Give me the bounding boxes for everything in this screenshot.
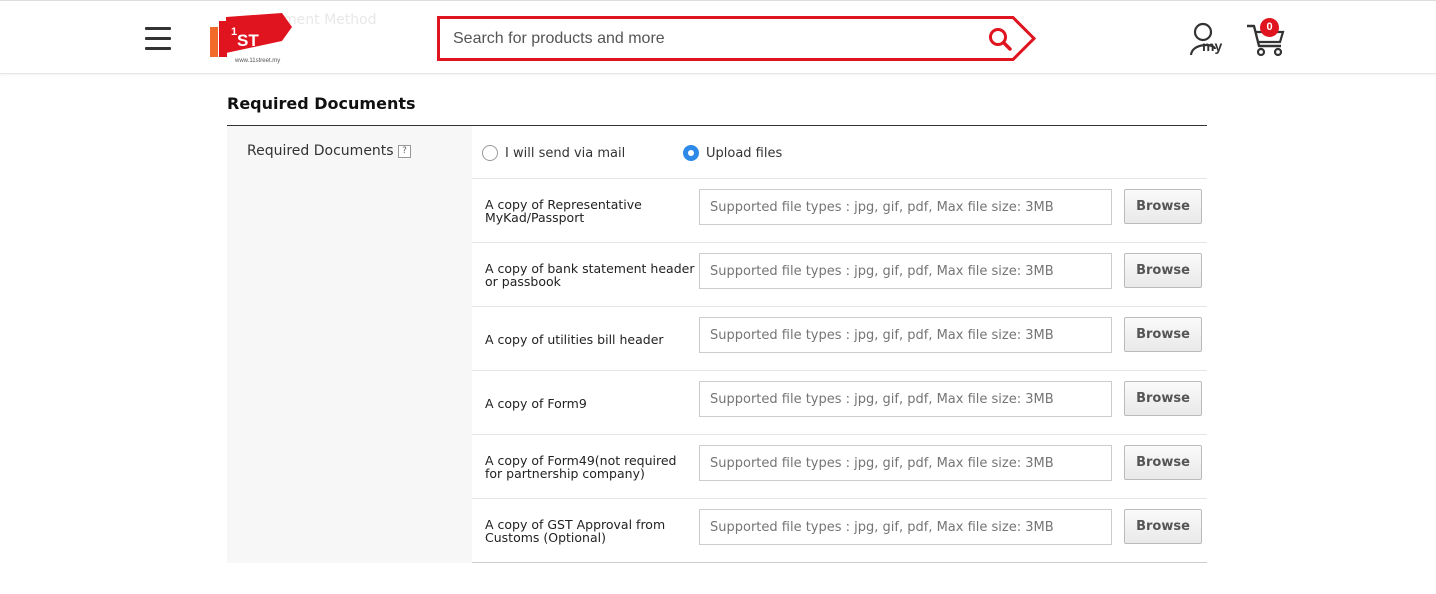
- document-name: A copy of GST Approval from Customs (Opt…: [485, 517, 666, 545]
- radio-send-via-mail[interactable]: I will send via mail: [482, 145, 625, 161]
- file-path-field[interactable]: [699, 509, 1112, 545]
- row-label: Required Documents: [247, 143, 394, 159]
- search-bar: [437, 16, 1037, 61]
- file-path-field[interactable]: [699, 189, 1112, 225]
- document-name: A copy of utilities bill header: [485, 331, 664, 347]
- browse-button[interactable]: Browse: [1124, 317, 1202, 352]
- page-title: Required Documents: [227, 94, 416, 113]
- site-header: ment Method 1 ST www.11street.my my 0: [0, 0, 1436, 74]
- browse-button[interactable]: Browse: [1124, 509, 1202, 544]
- document-name: A copy of bank statement header or passb…: [485, 261, 695, 289]
- required-documents-table: Required Documents ? I will send via mai…: [227, 125, 1207, 563]
- browse-button[interactable]: Browse: [1124, 253, 1202, 288]
- logo-url: www.11street.my: [234, 58, 280, 64]
- document-name: A copy of Form9: [485, 395, 587, 411]
- document-row: A copy of Form49(not required for partne…: [472, 435, 1207, 499]
- document-name: A copy of Representative MyKad/Passport: [485, 197, 642, 225]
- browse-button[interactable]: Browse: [1124, 445, 1202, 480]
- document-row: A copy of utilities bill header Browse: [472, 307, 1207, 371]
- row-label-column: Required Documents ?: [227, 126, 472, 563]
- menu-icon[interactable]: [145, 27, 171, 51]
- radio-circle-mail[interactable]: [482, 145, 498, 161]
- search-icon[interactable]: [987, 26, 1013, 52]
- file-path-field[interactable]: [699, 317, 1112, 353]
- cart-count-badge: 0: [1260, 18, 1279, 37]
- search-input[interactable]: [453, 26, 953, 52]
- help-icon[interactable]: ?: [398, 145, 411, 158]
- browse-button[interactable]: Browse: [1124, 381, 1202, 416]
- document-name: A copy of Form49(not required for partne…: [485, 453, 677, 481]
- document-row: A copy of Form9 Browse: [472, 371, 1207, 435]
- file-path-field[interactable]: [699, 445, 1112, 481]
- document-row: A copy of Representative MyKad/Passport …: [472, 179, 1207, 243]
- delivery-method-options: I will send via mail Upload files: [472, 126, 1207, 179]
- file-path-field[interactable]: [699, 253, 1112, 289]
- browse-button[interactable]: Browse: [1124, 189, 1202, 224]
- account-label[interactable]: my: [1202, 38, 1222, 54]
- file-path-field[interactable]: [699, 381, 1112, 417]
- radio-upload-files[interactable]: Upload files: [683, 145, 782, 161]
- site-logo[interactable]: 1 ST www.11street.my: [208, 13, 300, 65]
- logo-main: ST: [237, 31, 259, 50]
- radio-circle-upload[interactable]: [683, 145, 699, 161]
- document-row: A copy of GST Approval from Customs (Opt…: [472, 499, 1207, 563]
- document-row: A copy of bank statement header or passb…: [472, 243, 1207, 307]
